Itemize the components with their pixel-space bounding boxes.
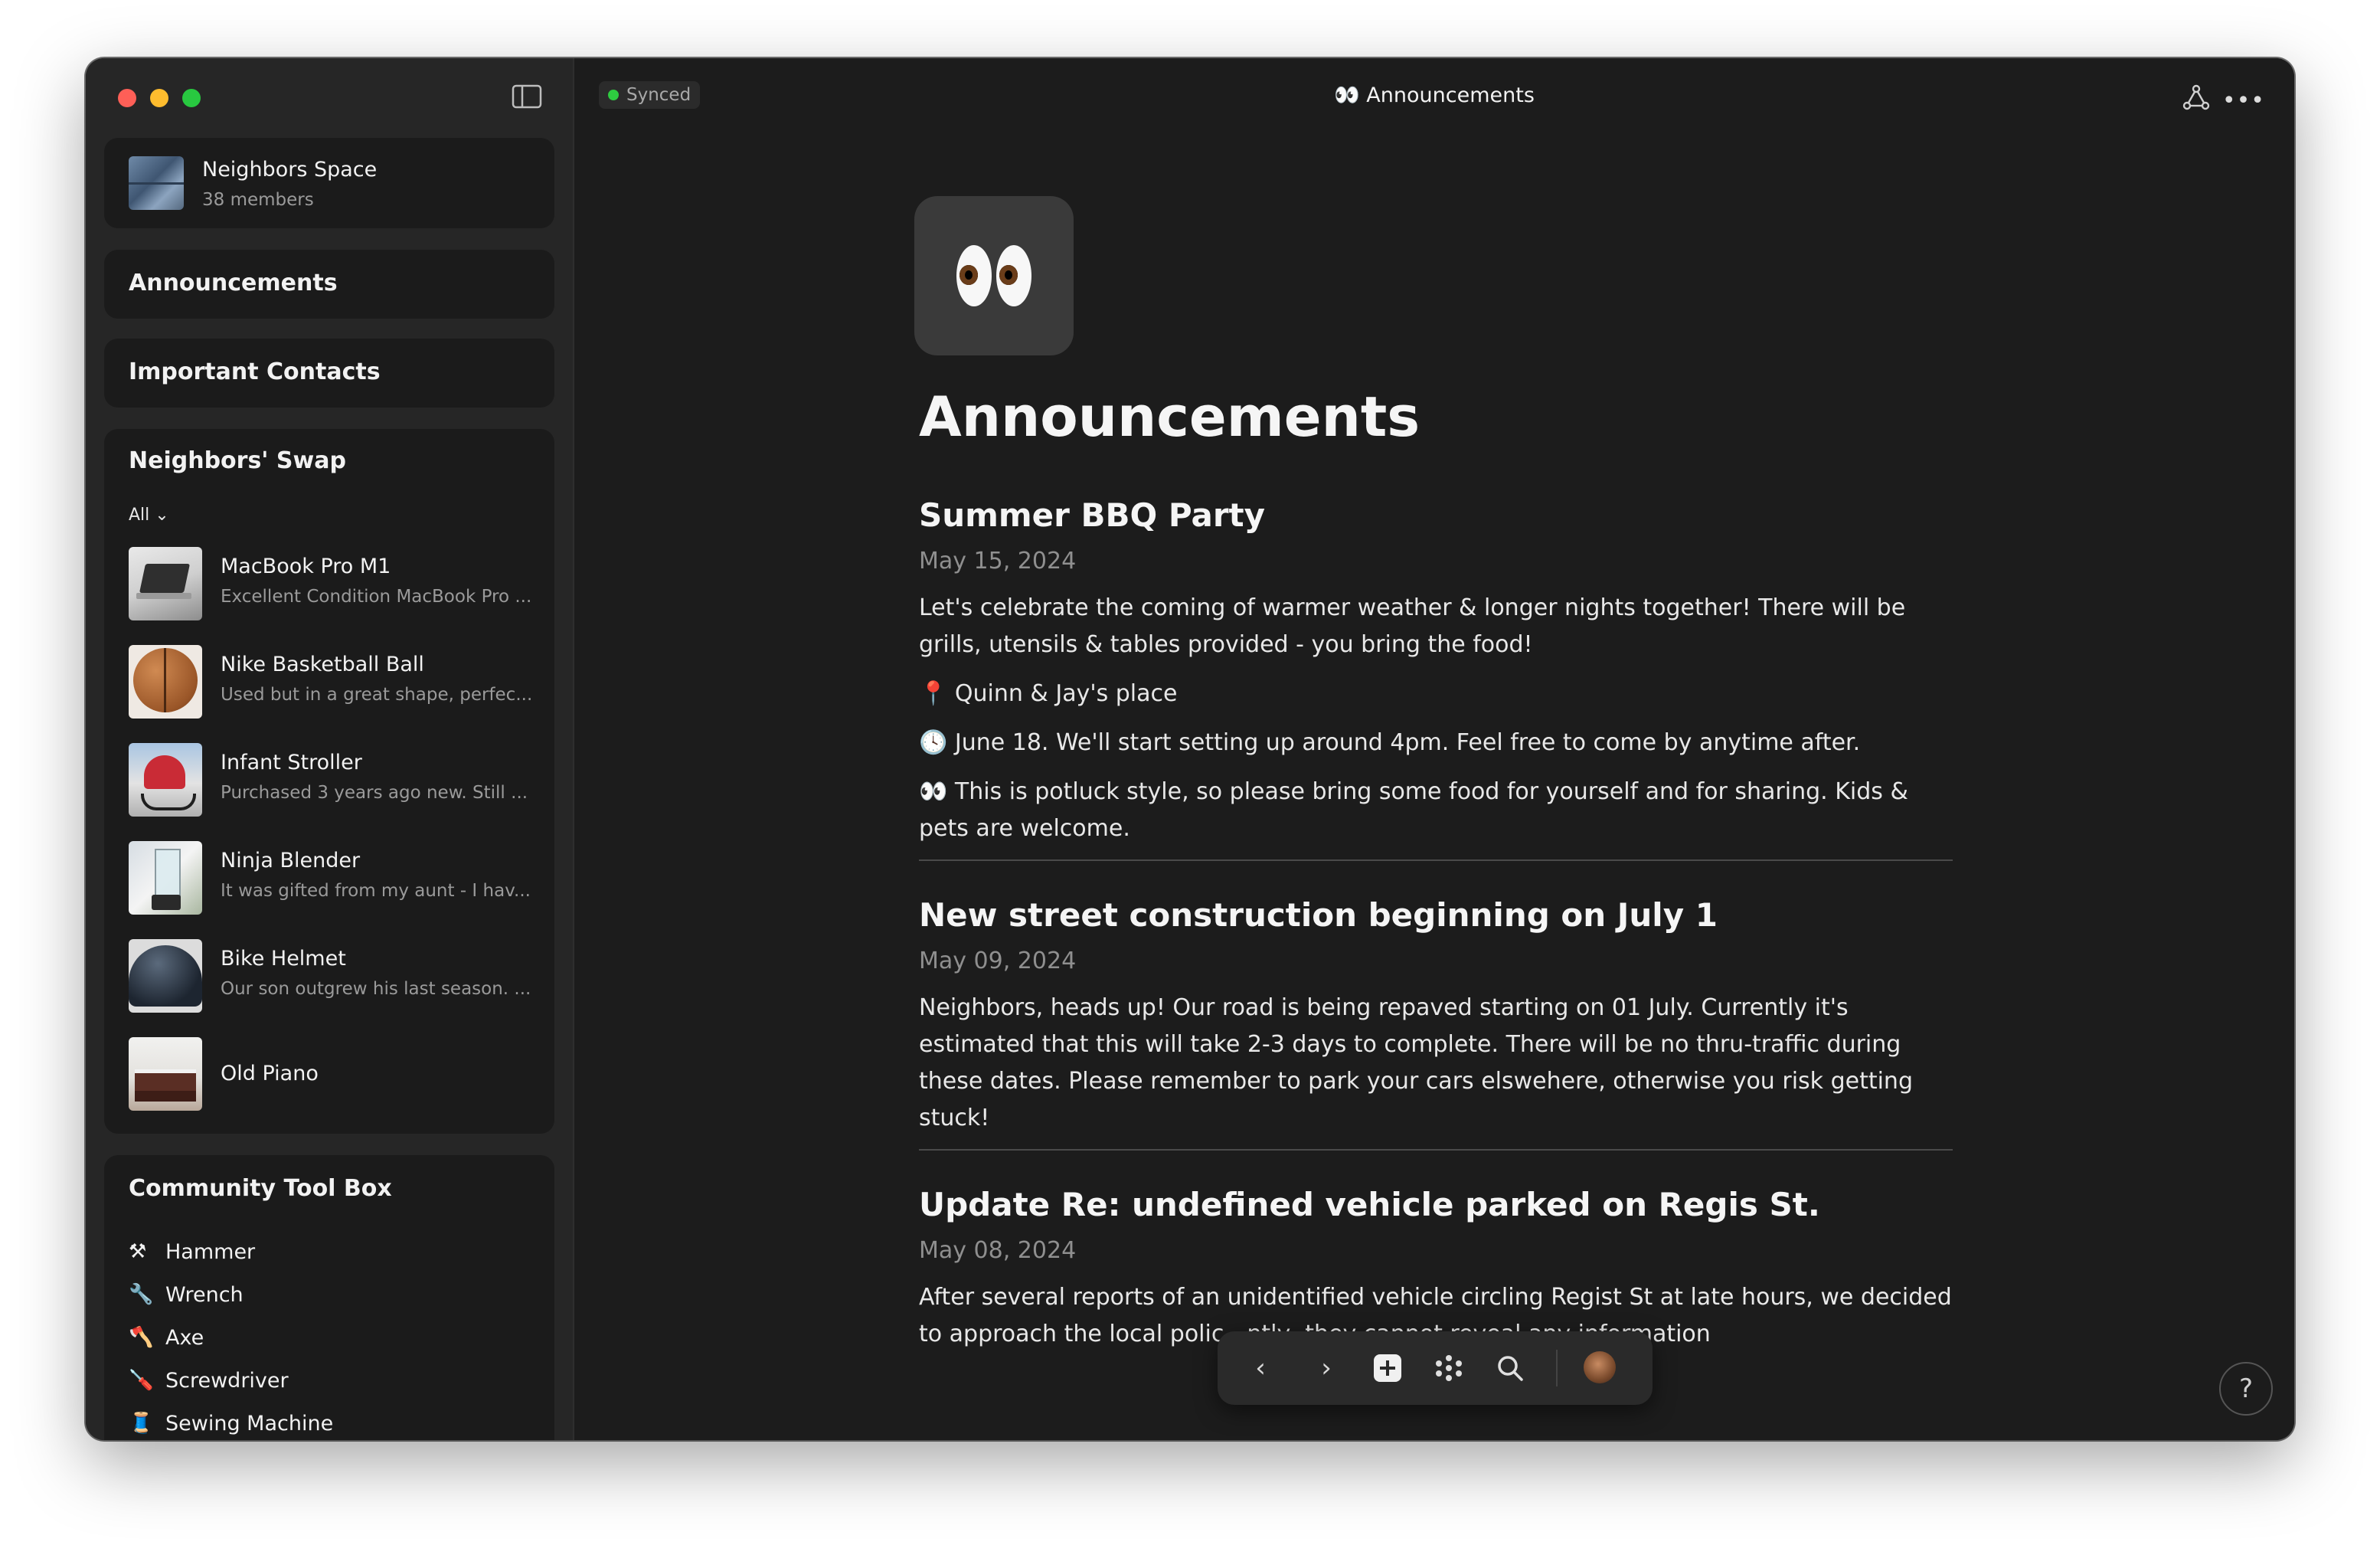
sidebar-toggle-icon[interactable] bbox=[512, 84, 542, 109]
more-options-icon[interactable]: ••• bbox=[2222, 87, 2265, 114]
back-button[interactable]: ‹ bbox=[1241, 1348, 1280, 1388]
post-title[interactable]: Summer BBQ Party bbox=[919, 496, 1953, 534]
post-paragraph[interactable]: 📍 Quinn & Jay's place bbox=[919, 676, 1953, 712]
search-icon bbox=[1498, 1356, 1523, 1381]
item-name: Bike Helmet bbox=[221, 947, 346, 971]
forward-button[interactable]: › bbox=[1306, 1348, 1346, 1388]
page-icon[interactable] bbox=[914, 196, 1074, 355]
new-page-button[interactable] bbox=[1368, 1348, 1407, 1388]
post-title[interactable]: New street construction beginning on Jul… bbox=[919, 896, 1953, 934]
item-name: Nike Basketball Ball bbox=[221, 653, 424, 676]
item-name: Old Piano bbox=[221, 1062, 319, 1085]
main-content: Synced 👀 Announcements ••• Announcements bbox=[574, 58, 2294, 1440]
tool-label: Wrench bbox=[165, 1282, 244, 1307]
space-members-count: 38 members bbox=[202, 190, 314, 210]
list-item[interactable]: Nike Basketball Ball Used but in a great… bbox=[129, 645, 542, 743]
post-paragraph[interactable]: 🕓 June 18. We'll start setting up around… bbox=[919, 725, 1953, 761]
list-item[interactable]: Infant Stroller Purchased 3 years ago ne… bbox=[129, 743, 542, 841]
post-paragraph[interactable]: 👀 This is potluck style, so please bring… bbox=[919, 774, 1953, 847]
item-thumbnail bbox=[129, 743, 202, 817]
list-item[interactable]: Bike Helmet Our son outgrew his last sea… bbox=[129, 939, 542, 1037]
post-date: May 08, 2024 bbox=[919, 1237, 1077, 1264]
tool-label: Sewing Machine bbox=[165, 1411, 334, 1436]
apps-grid-icon bbox=[1436, 1355, 1462, 1381]
help-button[interactable]: ? bbox=[2219, 1362, 2273, 1416]
close-window-button[interactable] bbox=[118, 89, 136, 107]
sidebar-item-announcements[interactable]: Announcements bbox=[104, 250, 554, 319]
filter-dropdown[interactable]: All ⌄ bbox=[129, 506, 169, 525]
post-paragraph[interactable]: Neighbors, heads up! Our road is being r… bbox=[919, 990, 1953, 1137]
screwdriver-icon: 🪛 bbox=[129, 1369, 154, 1392]
post-paragraph[interactable]: Let's celebrate the coming of warmer wea… bbox=[919, 590, 1953, 663]
page-breadcrumb-title: 👀 Announcements bbox=[1334, 83, 1535, 107]
list-item[interactable]: Old Piano bbox=[129, 1037, 542, 1135]
space-name: Neighbors Space bbox=[202, 158, 378, 182]
tool-list: ⚒ Hammer 🔧 Wrench 🪓 Axe 🪛 Screwdriver 🧵 bbox=[129, 1230, 333, 1440]
list-item[interactable]: Ninja Blender It was gifted from my aunt… bbox=[129, 841, 542, 939]
list-item[interactable]: MacBook Pro M1 Excellent Condition MacBo… bbox=[129, 547, 542, 645]
post-date: May 09, 2024 bbox=[919, 948, 1077, 974]
post: Update Re: undefined vehicle parked on R… bbox=[919, 1186, 1953, 1353]
post: New street construction beginning on Jul… bbox=[919, 896, 1953, 1151]
eyes-emoji-icon bbox=[956, 245, 992, 306]
post-title[interactable]: Update Re: undefined vehicle parked on R… bbox=[919, 1186, 1953, 1223]
item-description: Purchased 3 years ago new. Still ... bbox=[221, 783, 528, 803]
tool-label: Screwdriver bbox=[165, 1368, 289, 1393]
page-title[interactable]: Announcements bbox=[919, 385, 1420, 449]
community-tool-box-section: Community Tool Box ⚒ Hammer 🔧 Wrench 🪓 A… bbox=[104, 1155, 554, 1440]
item-thumbnail bbox=[129, 841, 202, 915]
item-description: It was gifted from my aunt - I hav... bbox=[221, 881, 531, 901]
item-name: Infant Stroller bbox=[221, 751, 362, 774]
thread-spool-icon: 🧵 bbox=[129, 1412, 154, 1435]
tool-label: Hammer bbox=[165, 1239, 256, 1264]
wrench-icon: 🔧 bbox=[129, 1283, 154, 1306]
plus-square-icon bbox=[1374, 1354, 1401, 1382]
sidebar-item-label: Announcements bbox=[129, 270, 338, 296]
item-thumbnail bbox=[129, 645, 202, 719]
item-thumbnail bbox=[129, 939, 202, 1013]
post-date: May 15, 2024 bbox=[919, 548, 1077, 575]
space-switcher[interactable]: Neighbors Space 38 members bbox=[104, 138, 554, 228]
item-description: Used but in a great shape, perfec... bbox=[221, 685, 533, 705]
floating-toolbar: ‹ › bbox=[1218, 1331, 1653, 1405]
tool-label: Axe bbox=[165, 1325, 204, 1350]
graph-icon[interactable] bbox=[2182, 84, 2210, 110]
list-item[interactable]: 🧵 Sewing Machine bbox=[129, 1402, 333, 1440]
item-description: Excellent Condition MacBook Pro ... bbox=[221, 587, 532, 607]
neighbors-swap-section: Neighbors' Swap All ⌄ MacBook Pro M1 Exc… bbox=[104, 429, 554, 1134]
sidebar-item-label: Important Contacts bbox=[129, 358, 381, 385]
sidebar-item-important-contacts[interactable]: Important Contacts bbox=[104, 339, 554, 408]
minimize-window-button[interactable] bbox=[150, 89, 168, 107]
axe-icon: 🪓 bbox=[129, 1326, 154, 1349]
list-item[interactable]: 🪛 Screwdriver bbox=[129, 1359, 333, 1402]
sidebar: Neighbors Space 38 members Announcements… bbox=[86, 58, 574, 1440]
avatar[interactable] bbox=[1584, 1351, 1616, 1383]
list-item[interactable]: ⚒ Hammer bbox=[129, 1230, 333, 1273]
app-window: Neighbors Space 38 members Announcements… bbox=[86, 58, 2294, 1440]
list-item[interactable]: 🔧 Wrench bbox=[129, 1273, 333, 1316]
item-thumbnail bbox=[129, 547, 202, 620]
item-description: Our son outgrew his last season. ... bbox=[221, 979, 531, 999]
eyes-emoji-icon bbox=[996, 245, 1031, 306]
apps-button[interactable] bbox=[1429, 1348, 1469, 1388]
space-avatar bbox=[129, 156, 184, 210]
window-controls bbox=[118, 89, 201, 107]
section-title[interactable]: Neighbors' Swap bbox=[129, 447, 346, 474]
announcement-posts: Summer BBQ Party May 15, 2024 Let's cele… bbox=[919, 496, 1953, 1365]
item-name: MacBook Pro M1 bbox=[221, 555, 391, 578]
swap-list: MacBook Pro M1 Excellent Condition MacBo… bbox=[129, 547, 542, 1135]
divider bbox=[919, 859, 1953, 861]
divider bbox=[919, 1149, 1953, 1151]
divider bbox=[1556, 1350, 1558, 1386]
section-title[interactable]: Community Tool Box bbox=[129, 1175, 392, 1202]
item-name: Ninja Blender bbox=[221, 849, 361, 872]
list-item[interactable]: 🪓 Axe bbox=[129, 1316, 333, 1359]
item-thumbnail bbox=[129, 1037, 202, 1111]
hammer-icon: ⚒ bbox=[129, 1240, 147, 1263]
search-button[interactable] bbox=[1490, 1348, 1530, 1388]
zoom-window-button[interactable] bbox=[182, 89, 201, 107]
post: Summer BBQ Party May 15, 2024 Let's cele… bbox=[919, 496, 1953, 861]
